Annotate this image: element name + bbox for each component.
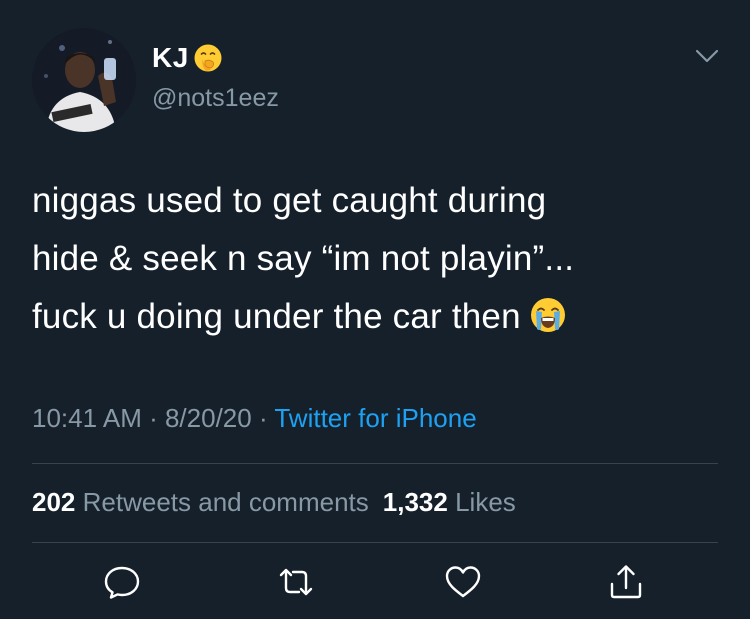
retweets-label: Retweets and comments (82, 487, 369, 517)
display-name[interactable]: KJ (152, 42, 189, 74)
chevron-down-icon[interactable] (694, 46, 720, 66)
meta-separator: · (141, 403, 165, 433)
tweet-actions (0, 560, 750, 610)
loudly-crying-face-emoji-icon (530, 298, 565, 332)
tweet-card: KJ @nots1eez niggas used to get caught d… (0, 0, 750, 619)
author-name-row[interactable]: KJ (152, 42, 223, 74)
retweets-count: 202 (32, 487, 76, 517)
face-with-hand-over-mouth-emoji-icon (194, 44, 222, 72)
likes-label: Likes (455, 487, 516, 517)
tweet-time: 10:41 AM (32, 403, 142, 433)
divider (32, 463, 718, 464)
heart-icon (445, 566, 481, 598)
author-handle[interactable]: @nots1eez (152, 84, 279, 113)
share-icon (610, 565, 642, 599)
tweet-date: 8/20/20 (164, 403, 252, 433)
tweet-text-line: fuck u doing under the car then (32, 288, 722, 346)
tweet-stats: 202 Retweets and comments 1,332 Likes (32, 487, 516, 518)
retweet-icon (279, 568, 313, 596)
tweet-source-link[interactable]: Twitter for iPhone (274, 403, 476, 433)
divider (32, 542, 718, 543)
likes-stat[interactable]: 1,332 Likes (383, 487, 516, 517)
tweet-meta: 10:41 AM · 8/20/20 · Twitter for iPhone (32, 403, 477, 434)
retweets-stat[interactable]: 202 Retweets and comments (32, 487, 369, 517)
share-button[interactable] (604, 560, 648, 604)
tweet-text-line: niggas used to get caught during (32, 181, 547, 220)
meta-separator: · (251, 403, 275, 433)
reply-icon (104, 566, 140, 599)
like-button[interactable] (441, 560, 485, 604)
reply-button[interactable] (100, 560, 144, 604)
likes-count: 1,332 (382, 487, 448, 517)
tweet-text: niggas used to get caught during hide & … (32, 172, 722, 346)
tweet-text-line: hide & seek n say “im not playin”... (32, 239, 575, 278)
retweet-button[interactable] (274, 560, 318, 604)
avatar[interactable] (32, 28, 136, 132)
tweet-text-line-content: fuck u doing under the car then (32, 297, 521, 336)
